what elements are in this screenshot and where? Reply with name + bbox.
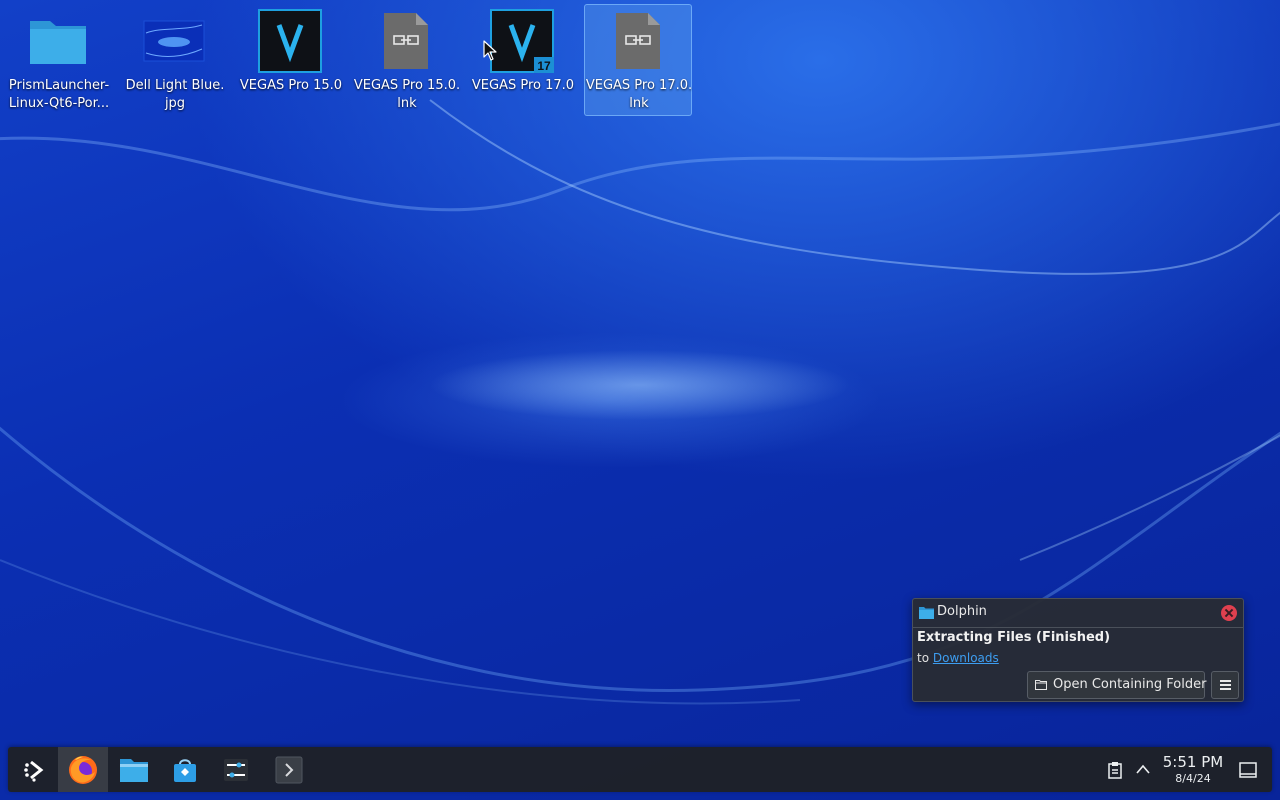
desktop-icon-prismlauncher[interactable]: PrismLauncher- Linux-Qt6-Por... — [4, 4, 112, 116]
vegas-pro-icon — [258, 9, 322, 73]
desktop-icon-label: PrismLauncher- Linux-Qt6-Por... — [8, 78, 110, 111]
desktop-icon-vegas-pro-17-lnk[interactable]: VEGAS Pro 17.0. lnk — [584, 4, 692, 116]
firefox-button[interactable] — [58, 747, 108, 792]
notification-body-prefix: to — [917, 651, 930, 665]
desktop[interactable]: PrismLauncher- Linux-Qt6-Por... Dell Lig… — [0, 0, 1280, 800]
dolphin-button[interactable] — [109, 747, 159, 792]
desktop-icon-label: VEGAS Pro 15.0. lnk — [353, 78, 461, 111]
hamburger-menu-icon — [1220, 684, 1231, 686]
notification-header: Dolphin — [913, 599, 1243, 628]
folder-icon — [30, 21, 86, 64]
desktop-icon-dell-light-blue[interactable]: Dell Light Blue. jpg — [120, 4, 228, 116]
folder-icon — [1035, 680, 1047, 690]
image-file-icon — [143, 20, 205, 62]
notification-menu-button[interactable] — [1211, 671, 1239, 699]
desktop-icon-vegas-pro-15-lnk[interactable]: VEGAS Pro 15.0. lnk — [352, 4, 460, 116]
desktop-icon-label: Dell Light Blue. jpg — [125, 78, 225, 111]
desktop-icon-label: VEGAS Pro 17.0 — [471, 78, 575, 93]
notification-popup: Dolphin Extracting Files (Finished) to D… — [912, 598, 1244, 702]
show-desktop-icon[interactable] — [1238, 760, 1258, 780]
link-file-icon — [616, 13, 660, 69]
taskbar: 5:51 PM 8/4/24 — [8, 747, 1272, 792]
discover-button[interactable] — [160, 747, 210, 792]
clock-date[interactable]: 8/4/24 — [1158, 772, 1228, 785]
application-launcher-button[interactable] — [10, 747, 60, 792]
chevron-up-icon[interactable] — [1134, 761, 1152, 779]
discover-store-icon — [174, 758, 196, 782]
close-icon[interactable] — [1221, 605, 1237, 621]
konsole-terminal-icon — [275, 756, 303, 783]
open-containing-folder-label: Open Containing Folder — [1053, 677, 1207, 692]
link-file-icon — [384, 13, 428, 69]
notification-app-name: Dolphin — [937, 604, 987, 619]
konsole-button[interactable] — [264, 747, 314, 792]
svg-text:17: 17 — [537, 59, 551, 73]
desktop-icon-label: VEGAS Pro 17.0. lnk — [585, 78, 693, 111]
system-settings-icon — [224, 758, 248, 781]
clipboard-icon[interactable] — [1106, 761, 1124, 779]
application-launcher-icon — [24, 760, 44, 782]
notification-body: to Downloads — [917, 651, 999, 665]
hamburger-menu-icon — [1220, 688, 1231, 690]
mouse-cursor-icon — [483, 40, 497, 61]
hamburger-menu-icon — [1220, 680, 1231, 682]
system-settings-button[interactable] — [211, 747, 261, 792]
dolphin-file-manager-icon — [120, 758, 148, 782]
desktop-icon-vegas-pro-15[interactable]: VEGAS Pro 15.0 — [236, 4, 344, 116]
firefox-icon — [69, 755, 97, 784]
downloads-link[interactable]: Downloads — [933, 651, 999, 665]
notification-title: Extracting Files (Finished) — [917, 630, 1111, 645]
open-containing-folder-button[interactable]: Open Containing Folder — [1027, 671, 1207, 699]
desktop-icon-label: VEGAS Pro 15.0 — [239, 78, 343, 93]
dolphin-app-icon — [919, 607, 934, 619]
clock-time[interactable]: 5:51 PM — [1158, 753, 1228, 771]
vegas-pro-17-icon: 17 — [490, 9, 554, 73]
